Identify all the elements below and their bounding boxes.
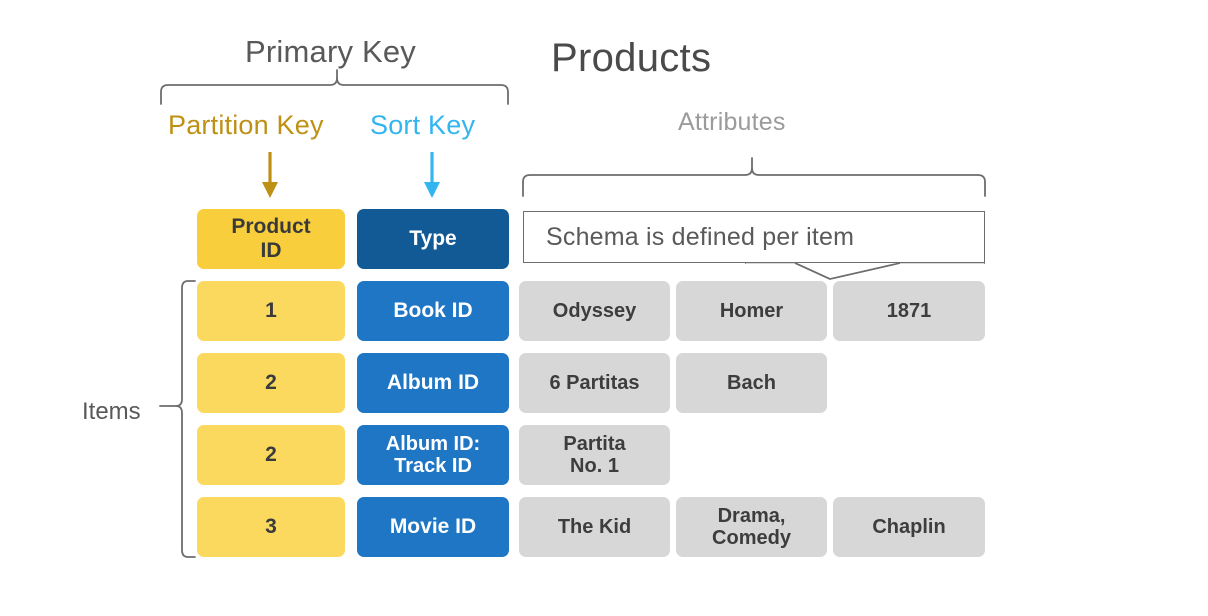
attribute-value: Chaplin [872,515,946,538]
row-type-cell: Book ID [357,281,509,341]
attribute-cell: Drama, Comedy [676,497,827,557]
attribute-value-line1: Partita [563,432,626,455]
attribute-value: Homer [719,299,784,322]
sort-key-down-arrow-icon [424,152,440,198]
row-type-value: Book ID [393,299,473,323]
primary-key-brace-icon [160,69,509,105]
attribute-cell: Chaplin [833,497,985,557]
row-type-value: Album ID [386,371,480,395]
row-product-id-cell: 3 [197,497,345,557]
attribute-cell: Bach [676,353,827,413]
row-product-id-cell: 2 [197,425,345,485]
attribute-cell: Homer [676,281,827,341]
row-product-id-value: 3 [265,515,277,539]
diagram-canvas: Primary Key Partition Key Sort Key Produ… [0,0,1208,616]
row-product-id-cell: 1 [197,281,345,341]
row-type-cell: Album ID: Track ID [357,425,509,485]
row-product-id-cell: 2 [197,353,345,413]
attribute-value: Bach [727,371,776,394]
header-partition-key-line2: ID [260,239,282,262]
callout-tail-icon [745,260,985,280]
attribute-cell: The Kid [519,497,670,557]
attribute-value: 6 Partitas [549,371,640,394]
row-type-line2: Track ID [394,455,472,477]
header-sort-key-cell: Type [357,209,509,269]
attribute-value-line2: No. 1 [570,455,619,477]
row-type-cell: Album ID [357,353,509,413]
primary-key-label: Primary Key [245,34,417,69]
items-brace-icon [159,280,196,558]
page-title: Products [551,36,712,80]
header-sort-key-label: Type [409,227,457,251]
attributes-label: Attributes [678,108,786,136]
attribute-value-line1: Drama, [717,504,786,527]
attribute-cell: Partita No. 1 [519,425,670,485]
attribute-value: The Kid [557,515,632,538]
row-type-line1: Album ID: [385,432,481,455]
partition-key-label: Partition Key [168,110,324,140]
schema-callout: Schema is defined per item [523,211,985,263]
row-type-value: Movie ID [389,515,477,539]
schema-callout-text: Schema is defined per item [546,222,855,251]
row-product-id-value: 2 [265,371,277,395]
partition-key-down-arrow-icon [262,152,278,198]
row-product-id-value: 1 [265,299,277,323]
attribute-cell: 1871 [833,281,985,341]
attribute-value-line2: Comedy [712,527,791,549]
header-partition-key-cell: Product ID [197,209,345,269]
sort-key-label: Sort Key [370,110,476,140]
header-partition-key-line1: Product [231,215,311,239]
attributes-brace-icon [522,157,986,197]
attribute-cell: 6 Partitas [519,353,670,413]
items-label: Items [82,398,141,425]
attribute-cell: Odyssey [519,281,670,341]
row-type-cell: Movie ID [357,497,509,557]
row-product-id-value: 2 [265,443,277,467]
attribute-value: Odyssey [552,299,637,322]
attribute-value: 1871 [886,299,932,322]
